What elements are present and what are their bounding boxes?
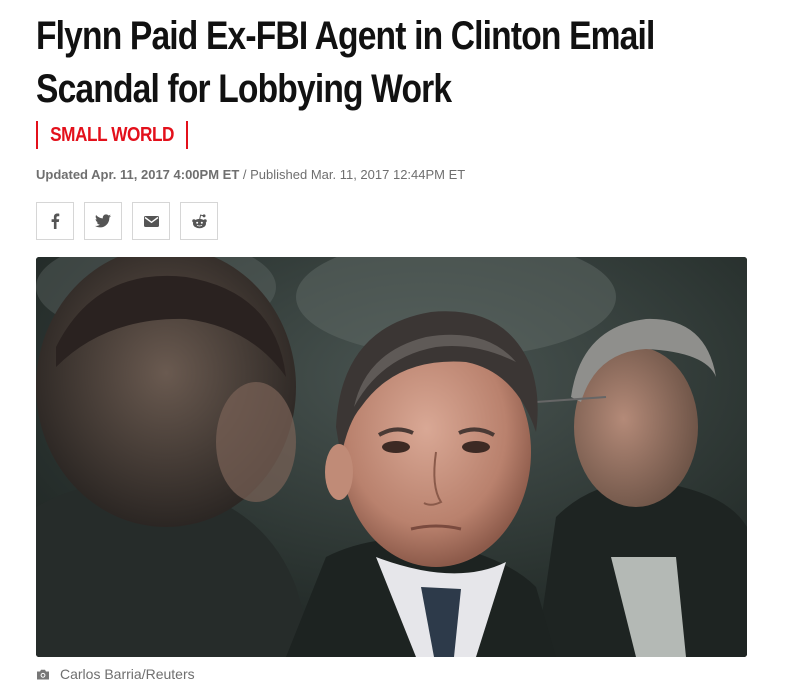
headline-line-1: Flynn Paid Ex-FBI Agent in Clinton Email xyxy=(36,14,655,58)
share-bar xyxy=(36,202,218,240)
article-lead-photo xyxy=(36,257,747,657)
facebook-icon xyxy=(51,213,60,229)
photo-credit-text: Carlos Barria/Reuters xyxy=(60,666,195,682)
share-facebook-button[interactable] xyxy=(36,202,74,240)
photo-credit: Carlos Barria/Reuters xyxy=(36,666,195,682)
section-tag-label[interactable]: SMALL WORLD xyxy=(41,124,182,147)
article-dates: Updated Apr. 11, 2017 4:00PM ET / Publis… xyxy=(36,167,465,182)
email-icon xyxy=(143,215,159,227)
article-headline: Flynn Paid Ex-FBI Agent in Clinton Email… xyxy=(36,10,658,116)
twitter-icon xyxy=(95,214,111,228)
lead-photo-illustration xyxy=(36,257,747,657)
camera-icon xyxy=(37,669,49,679)
section-tag[interactable]: SMALL WORLD xyxy=(36,121,189,149)
section-tag-right-bar xyxy=(186,121,189,149)
date-separator: / xyxy=(239,167,251,182)
reddit-icon xyxy=(191,213,207,228)
share-reddit-button[interactable] xyxy=(180,202,218,240)
section-tag-left-bar xyxy=(36,121,38,149)
share-twitter-button[interactable] xyxy=(84,202,122,240)
updated-date: Updated Apr. 11, 2017 4:00PM ET xyxy=(36,167,240,182)
headline-line-2: Scandal for Lobbying Work xyxy=(36,67,452,111)
published-date: Published Mar. 11, 2017 12:44PM ET xyxy=(250,167,466,182)
share-email-button[interactable] xyxy=(132,202,170,240)
